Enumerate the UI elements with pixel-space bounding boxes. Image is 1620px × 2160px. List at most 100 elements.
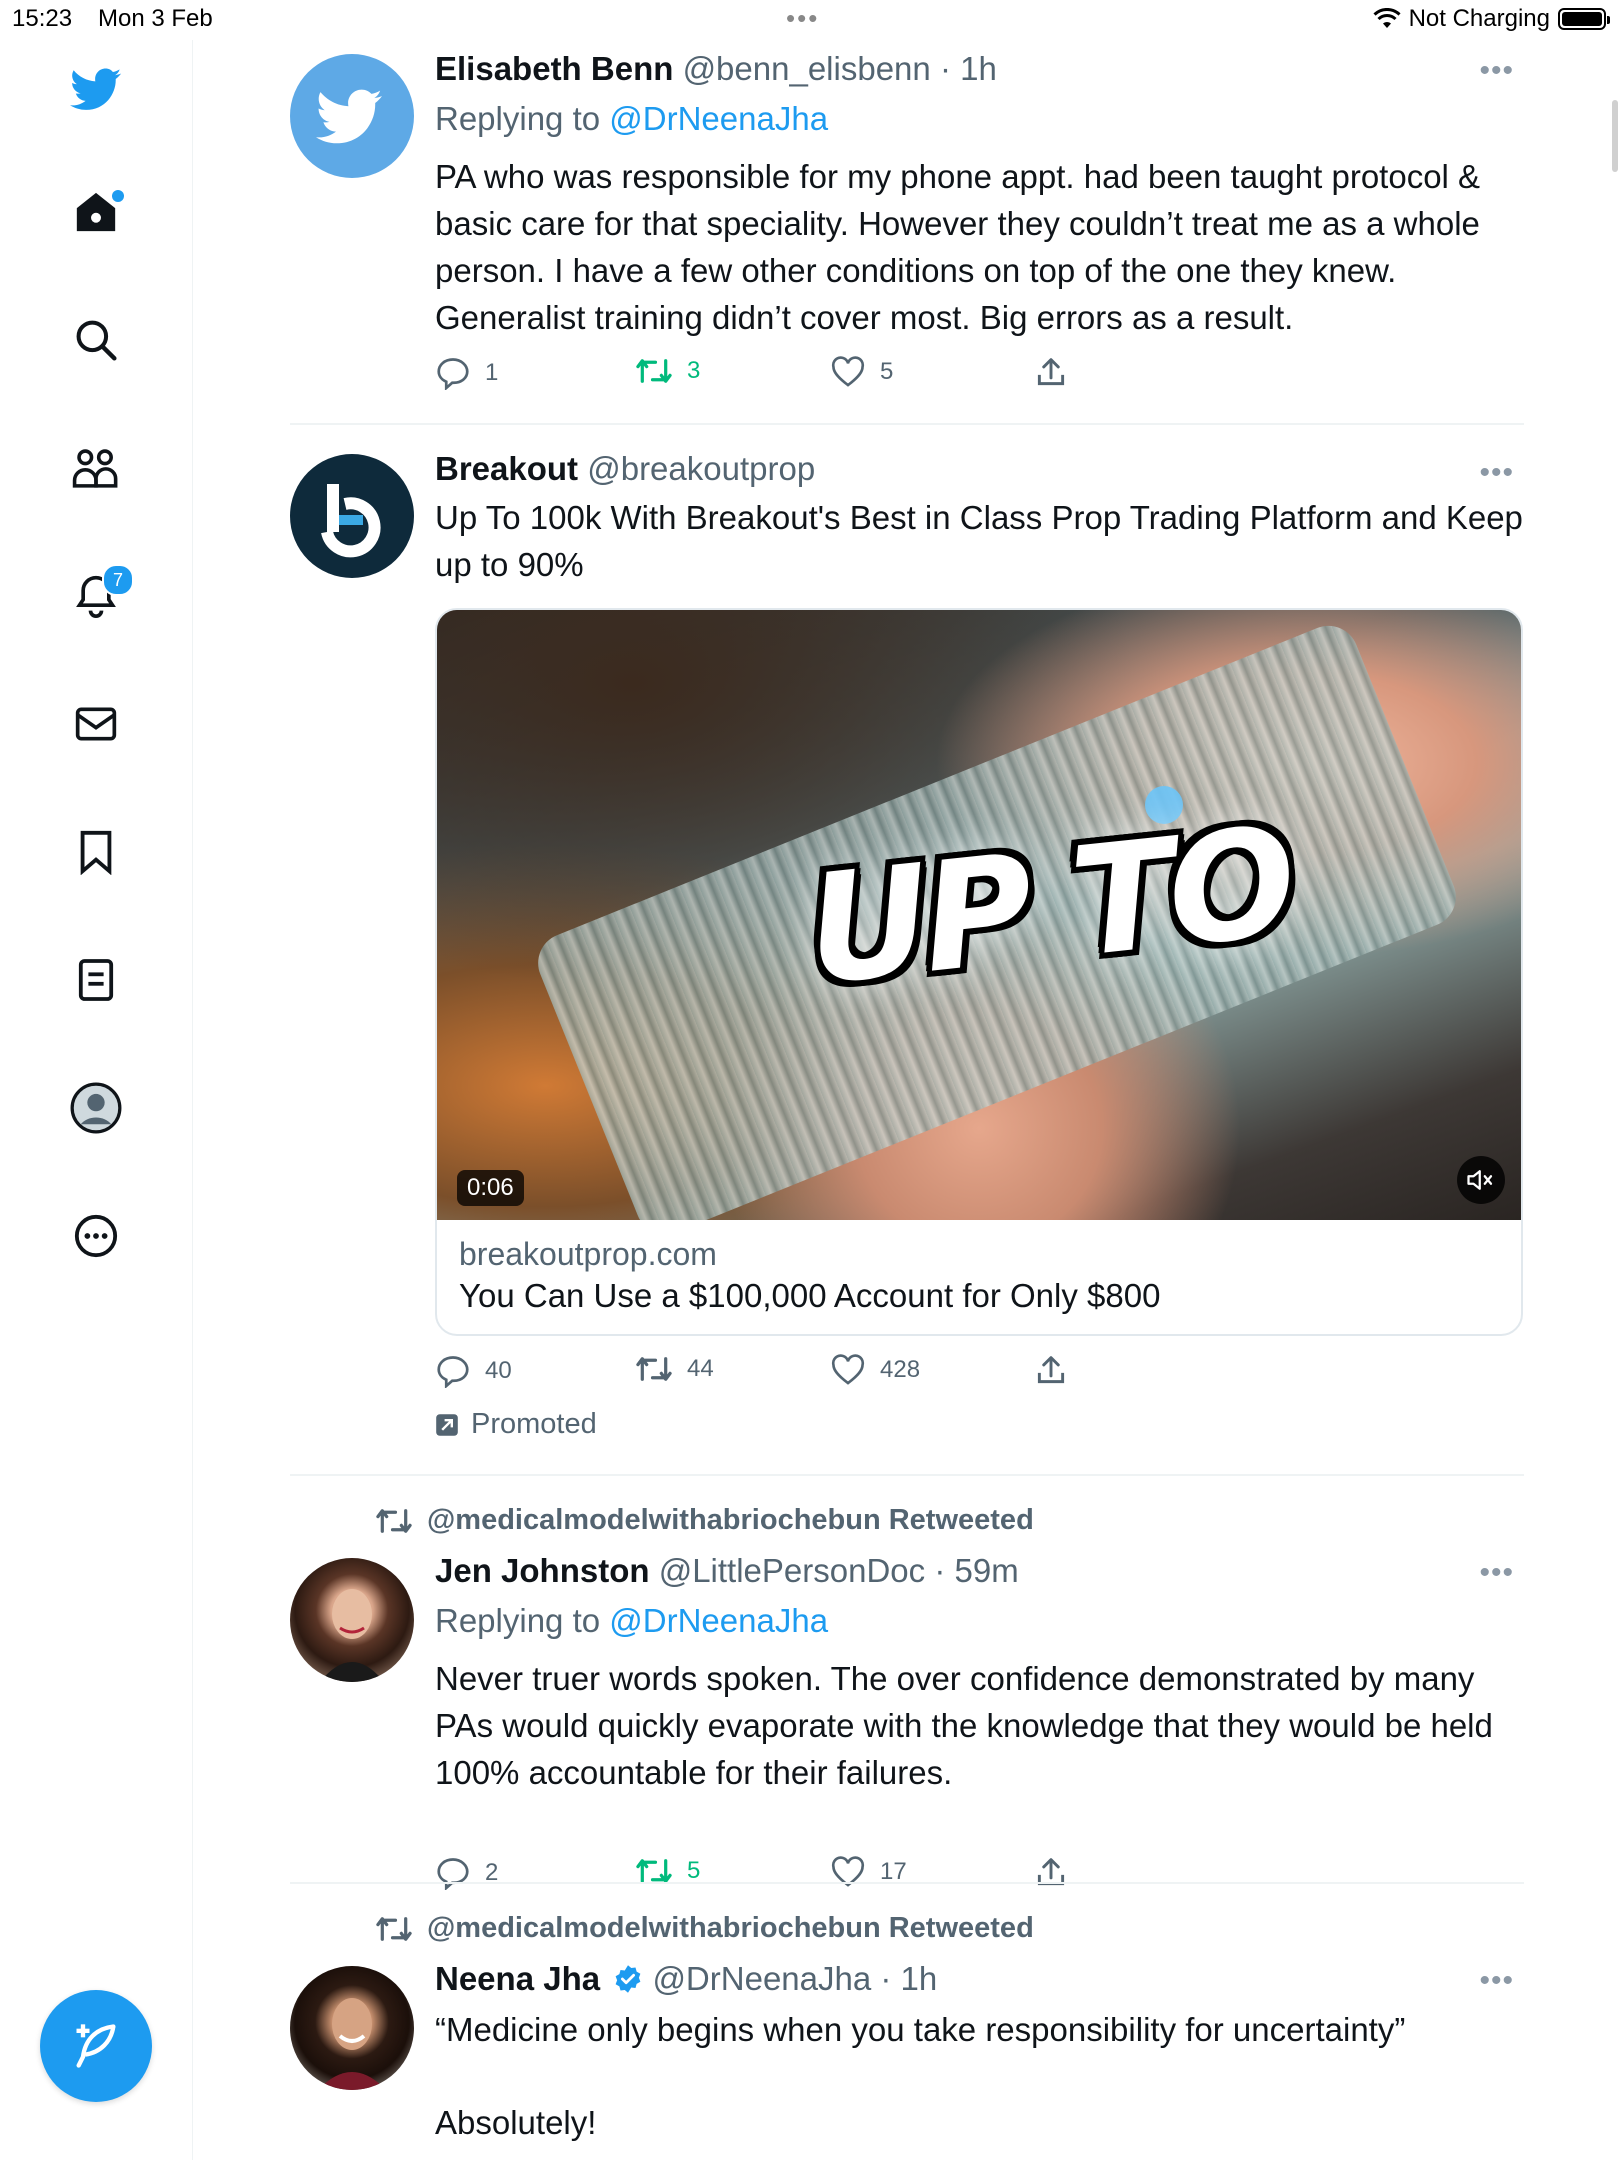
retweet-icon: [636, 359, 672, 383]
author-handle[interactable]: @LittlePersonDoc: [659, 1552, 925, 1589]
retweeted-context[interactable]: @medicalmodelwithabriochebun Retweeted: [375, 1504, 1034, 1537]
share-button[interactable]: [1035, 356, 1067, 388]
author-handle[interactable]: @benn_elisbenn: [683, 50, 931, 87]
nav-explore[interactable]: [66, 310, 126, 370]
mention-link[interactable]: @DrNeenaJha: [609, 100, 828, 137]
profile-photo: [318, 1998, 386, 2090]
mention-link[interactable]: @DrNeenaJha: [609, 1602, 828, 1639]
default-bird-avatar-icon: [316, 89, 382, 144]
list-icon: [78, 959, 114, 1001]
tweet-actions: 40 44 428: [435, 1354, 1135, 1394]
nav-profile[interactable]: [66, 1078, 126, 1138]
nav-more[interactable]: [66, 1206, 126, 1266]
reply-button[interactable]: 40: [435, 1354, 512, 1388]
replying-to: Replying to @DrNeenaJha: [435, 98, 1524, 140]
replying-to-label: Replying to: [435, 100, 601, 137]
tweet-time[interactable]: · 59m: [934, 1552, 1018, 1589]
more-options-icon[interactable]: •••: [1479, 54, 1514, 88]
like-button[interactable]: 5: [830, 356, 893, 388]
tweet-text-line2: Absolutely!: [435, 2104, 597, 2141]
tweet-actions: 2 5 17: [435, 1856, 1135, 1896]
like-button[interactable]: 428: [830, 1354, 920, 1386]
bookmark-icon: [80, 830, 112, 875]
reply-count: 40: [485, 1357, 512, 1384]
tweet-time[interactable]: · 1h: [880, 1960, 937, 1997]
status-right: Not Charging: [1373, 5, 1610, 33]
author-handle[interactable]: @breakoutprop: [587, 450, 815, 487]
promoted-icon: [436, 1413, 458, 1436]
scrollbar[interactable]: [1612, 100, 1618, 172]
tweet-time[interactable]: · 1h: [940, 50, 997, 87]
retweeted-by-label: @medicalmodelwithabriochebun Retweeted: [427, 1912, 1034, 1944]
battery-icon: [1558, 8, 1610, 30]
status-time: 15:23: [12, 5, 73, 32]
author-name[interactable]: Neena Jha: [435, 1960, 600, 1997]
more-options-icon[interactable]: •••: [1479, 1964, 1514, 1998]
tweet-text: Up To 100k With Breakout's Best in Class…: [435, 499, 1523, 583]
verified-badge-icon: [615, 1965, 641, 1993]
author-name[interactable]: Breakout: [435, 450, 578, 487]
twitter-logo-icon[interactable]: [66, 60, 126, 120]
promoted-indicator: Promoted: [435, 1408, 597, 1441]
retweet-count: 44: [687, 1355, 714, 1382]
nav-notifications[interactable]: 7: [66, 564, 134, 626]
avatar[interactable]: [290, 54, 414, 178]
multitasking-dots-icon[interactable]: •••: [786, 3, 819, 34]
replying-to: Replying to @DrNeenaJha: [435, 1600, 1524, 1642]
mute-button[interactable]: [1457, 1156, 1505, 1204]
charging-status: Not Charging: [1408, 5, 1550, 32]
nav-bookmarks[interactable]: [66, 822, 126, 882]
share-button[interactable]: [1035, 1354, 1067, 1386]
heart-icon: [831, 356, 865, 387]
reply-icon: [437, 358, 469, 390]
video-duration: 0:06: [457, 1170, 524, 1206]
card-footer[interactable]: breakoutprop.com You Can Use a $100,000 …: [437, 1220, 1521, 1334]
tweet-divider: [290, 1474, 1524, 1476]
author-name[interactable]: Jen Johnston: [435, 1552, 650, 1589]
retweet-button[interactable]: 44: [635, 1354, 714, 1384]
reply-button[interactable]: 2: [435, 1856, 498, 1890]
reply-count: 1: [485, 359, 499, 386]
more-options-icon[interactable]: •••: [1479, 1556, 1514, 1590]
nav-lists[interactable]: [66, 950, 126, 1010]
reply-icon: [437, 1356, 469, 1388]
compose-tweet-button[interactable]: [40, 1990, 152, 2102]
replying-to-label: Replying to: [435, 1602, 601, 1639]
tweet-actions: 1 3 5: [435, 356, 1135, 396]
compose-feather-icon: [76, 2024, 116, 2068]
reply-button[interactable]: 1: [435, 356, 498, 390]
author-name[interactable]: Elisabeth Benn: [435, 50, 673, 87]
nav-messages[interactable]: [66, 694, 126, 754]
retweeted-context[interactable]: @medicalmodelwithabriochebun Retweeted: [375, 1912, 1034, 1945]
tweet-divider: [290, 1882, 1524, 1884]
avatar[interactable]: [290, 454, 414, 578]
author-handle[interactable]: @DrNeenaJha: [652, 1960, 871, 1997]
ad-video[interactable]: UP TO 0:06: [437, 610, 1521, 1220]
nav-home[interactable]: [66, 182, 126, 242]
reply-icon: [437, 1858, 469, 1890]
avatar[interactable]: [290, 1558, 414, 1682]
home-new-dot: [112, 190, 124, 202]
like-count: 428: [880, 1356, 921, 1383]
people-icon: [72, 449, 118, 488]
notifications-badge: 7: [102, 564, 134, 596]
avatar[interactable]: [290, 1966, 414, 2090]
avatar-icon: [70, 1082, 122, 1134]
like-count: 5: [880, 358, 894, 385]
nav-communities[interactable]: [66, 438, 126, 498]
status-date: Mon 3 Feb: [98, 5, 213, 32]
retweet-count: 5: [687, 1857, 701, 1884]
more-options-icon[interactable]: •••: [1479, 456, 1514, 490]
share-icon: [1037, 358, 1065, 386]
ad-card[interactable]: UP TO 0:06 breakoutprop.com You Can Use …: [435, 608, 1523, 1336]
envelope-icon: [75, 707, 117, 741]
card-title: You Can Use a $100,000 Account for Only …: [459, 1277, 1161, 1314]
status-bar: 15:23 Mon 3 Feb ••• Not Charging: [0, 0, 1620, 40]
profile-photo: [320, 1589, 384, 1682]
breakout-logo-icon: [321, 484, 381, 558]
promoted-label: Promoted: [471, 1408, 597, 1440]
tweet-text: PA who was responsible for my phone appt…: [435, 158, 1481, 336]
wifi-icon: [1373, 8, 1401, 28]
search-icon: [76, 320, 117, 361]
retweet-button[interactable]: 3: [635, 356, 700, 386]
